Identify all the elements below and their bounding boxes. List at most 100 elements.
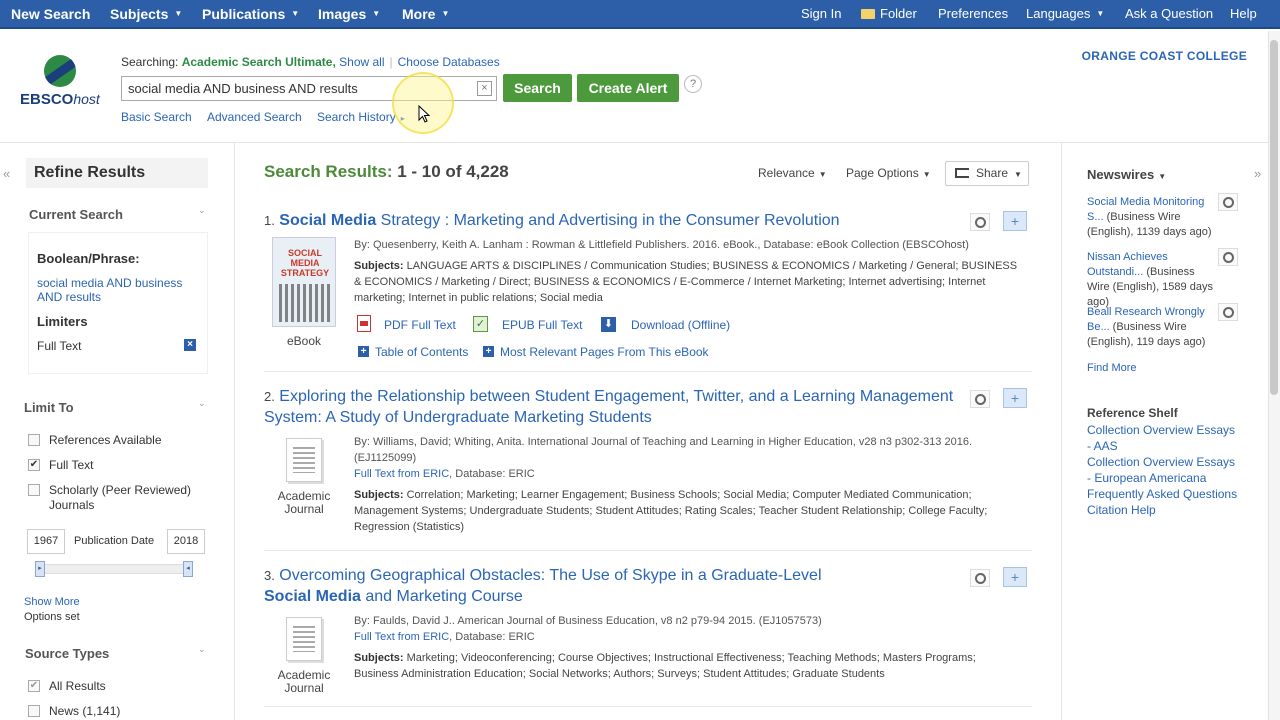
- result-3-subjects: Subjects: Marketing; Videoconferencing; …: [354, 650, 1014, 682]
- search-button[interactable]: Search: [503, 74, 572, 102]
- nav-more[interactable]: More ▼: [402, 0, 449, 29]
- preview-icon[interactable]: [1218, 193, 1238, 211]
- preferences-link[interactable]: Preferences: [938, 0, 1008, 29]
- full-text-from-eric-link[interactable]: Full Text from ERIC: [354, 631, 449, 643]
- sign-in-link[interactable]: Sign In: [801, 0, 841, 29]
- chevron-down-icon[interactable]: ⌄: [198, 644, 206, 655]
- slider-handle-min[interactable]: ▸: [35, 561, 45, 577]
- download-icon: ⬇: [601, 317, 616, 332]
- result-divider: [264, 550, 1032, 551]
- result-1-meta: By: Quesenberry, Keith A. Lanham : Rowma…: [354, 239, 969, 251]
- all-results-checkbox[interactable]: ✔: [28, 680, 40, 692]
- nav-new-search[interactable]: New Search: [11, 0, 90, 29]
- create-alert-button[interactable]: Create Alert: [577, 74, 679, 102]
- preview-icon[interactable]: [970, 569, 990, 587]
- choose-databases-link[interactable]: Choose Databases: [398, 55, 500, 69]
- help-question-icon[interactable]: ?: [684, 75, 702, 93]
- search-history-label: Search History: [317, 110, 396, 124]
- clear-search-icon[interactable]: ×: [477, 81, 492, 96]
- ebscohost-logo[interactable]: EBSCOhost: [20, 55, 110, 115]
- folder-link[interactable]: Folder: [861, 0, 917, 29]
- search-query-text: social media AND business AND results: [128, 81, 358, 96]
- ref-link-citation-help[interactable]: Citation Help: [1087, 502, 1156, 518]
- preview-icon[interactable]: [970, 213, 990, 231]
- limit-to-heading[interactable]: Limit To: [24, 400, 74, 415]
- languages-menu[interactable]: Languages ▼: [1026, 0, 1104, 29]
- find-more-link[interactable]: Find More: [1087, 361, 1247, 376]
- table-of-contents-link[interactable]: Table of Contents: [375, 345, 468, 359]
- result-3-fulltext-line: Full Text from ERIC, Database: ERIC: [354, 629, 535, 645]
- full-text-label[interactable]: Full Text: [49, 458, 93, 473]
- advanced-search-link[interactable]: Advanced Search: [207, 110, 302, 124]
- database-text: , Database: ERIC: [449, 468, 535, 480]
- relevance-sort-dropdown[interactable]: Relevance ▼: [758, 166, 827, 180]
- slider-handle-max[interactable]: ◂: [183, 561, 193, 577]
- all-results-label[interactable]: All Results: [49, 679, 106, 694]
- expand-plus-icon[interactable]: +: [358, 346, 369, 357]
- references-available-checkbox[interactable]: [28, 434, 40, 446]
- boolean-phrase-value[interactable]: social media AND business AND results: [37, 276, 197, 304]
- result-3-title[interactable]: 3. Overcoming Geographical Obstacles: Th…: [264, 565, 954, 607]
- subjects-text: Marketing; Videoconferencing; Course Obj…: [354, 652, 976, 680]
- result-divider: [264, 706, 1032, 707]
- epub-full-text-link[interactable]: EPUB Full Text: [502, 318, 582, 332]
- page-options-dropdown[interactable]: Page Options ▼: [846, 166, 931, 180]
- newswires-label: Newswires: [1087, 167, 1155, 182]
- result-1-title[interactable]: 1. Social Media Strategy : Marketing and…: [264, 210, 840, 231]
- remove-limiter-icon[interactable]: ×: [184, 339, 196, 351]
- show-all-link[interactable]: Show all: [339, 55, 384, 69]
- collapse-right-icon[interactable]: »: [1254, 166, 1261, 181]
- collapse-left-icon[interactable]: «: [3, 166, 10, 181]
- nav-subjects[interactable]: Subjects ▼: [110, 0, 182, 29]
- share-button[interactable]: Share ▼: [945, 161, 1029, 186]
- ref-link-european-americana[interactable]: Collection Overview Essays - European Am…: [1087, 454, 1237, 486]
- add-to-folder-icon[interactable]: +: [1003, 388, 1027, 408]
- references-available-label[interactable]: References Available: [49, 433, 162, 448]
- full-text-checkbox[interactable]: ✔: [28, 459, 40, 471]
- chevron-down-icon[interactable]: ⌄: [198, 205, 206, 216]
- preview-icon[interactable]: [1218, 303, 1238, 321]
- expand-plus-icon[interactable]: +: [483, 346, 494, 357]
- download-offline-link[interactable]: Download (Offline): [631, 318, 730, 332]
- journal-thumbnail[interactable]: [286, 438, 322, 482]
- relevant-pages-link[interactable]: Most Relevant Pages From This eBook: [500, 345, 709, 359]
- chevron-down-icon: ▼: [818, 170, 827, 179]
- basic-search-link[interactable]: Basic Search: [121, 110, 192, 124]
- current-search-heading[interactable]: Current Search: [29, 207, 123, 222]
- show-more-link[interactable]: Show More: [24, 596, 80, 608]
- chevron-down-icon: ▼: [174, 9, 183, 19]
- result-1-subjects: Subjects: LANGUAGE ARTS & DISCIPLINES / …: [354, 258, 1026, 306]
- ref-link-aas[interactable]: Collection Overview Essays - AAS: [1087, 422, 1237, 454]
- year-to-input[interactable]: 2018: [167, 529, 205, 554]
- add-to-folder-icon[interactable]: +: [1003, 567, 1027, 587]
- add-to-folder-icon[interactable]: +: [1003, 211, 1027, 231]
- preview-icon[interactable]: [970, 390, 990, 408]
- search-history-link[interactable]: Search History ▸: [317, 110, 405, 124]
- year-from-input[interactable]: 1967: [27, 529, 65, 554]
- nav-publications[interactable]: Publications ▼: [202, 0, 299, 29]
- limiter-full-text: Full Text: [37, 339, 82, 353]
- full-text-from-eric-link[interactable]: Full Text from ERIC: [354, 468, 449, 480]
- newswires-heading[interactable]: Newswires ▼: [1087, 167, 1166, 182]
- news-label[interactable]: News (1,141): [49, 704, 120, 719]
- result-2-title[interactable]: 2. Exploring the Relationship between St…: [264, 386, 954, 428]
- ref-link-faq[interactable]: Frequently Asked Questions: [1087, 486, 1247, 502]
- pdf-full-text-link[interactable]: PDF Full Text: [384, 318, 456, 332]
- searching-label: Searching:: [121, 55, 179, 69]
- result-number: 1.: [264, 213, 275, 228]
- nav-images[interactable]: Images ▼: [318, 0, 380, 29]
- newswire-item: Nissan Achieves Outstandi... (Business W…: [1087, 250, 1215, 310]
- source-types-heading[interactable]: Source Types: [25, 646, 109, 661]
- scrollbar-thumb[interactable]: [1270, 40, 1278, 395]
- chevron-down-icon[interactable]: ⌄: [198, 398, 206, 409]
- help-link[interactable]: Help: [1230, 0, 1257, 29]
- preview-icon[interactable]: [1218, 248, 1238, 266]
- scholarly-checkbox[interactable]: [28, 484, 40, 496]
- news-checkbox[interactable]: [28, 705, 40, 717]
- scholarly-label[interactable]: Scholarly (Peer Reviewed) Journals: [49, 483, 199, 513]
- nav-subjects-label: Subjects: [110, 6, 169, 22]
- date-range-slider[interactable]: [36, 564, 192, 574]
- book-cover-thumbnail[interactable]: SOCIAL MEDIA STRATEGY: [272, 237, 336, 327]
- ask-question-link[interactable]: Ask a Question: [1125, 0, 1213, 29]
- journal-thumbnail[interactable]: [286, 617, 322, 661]
